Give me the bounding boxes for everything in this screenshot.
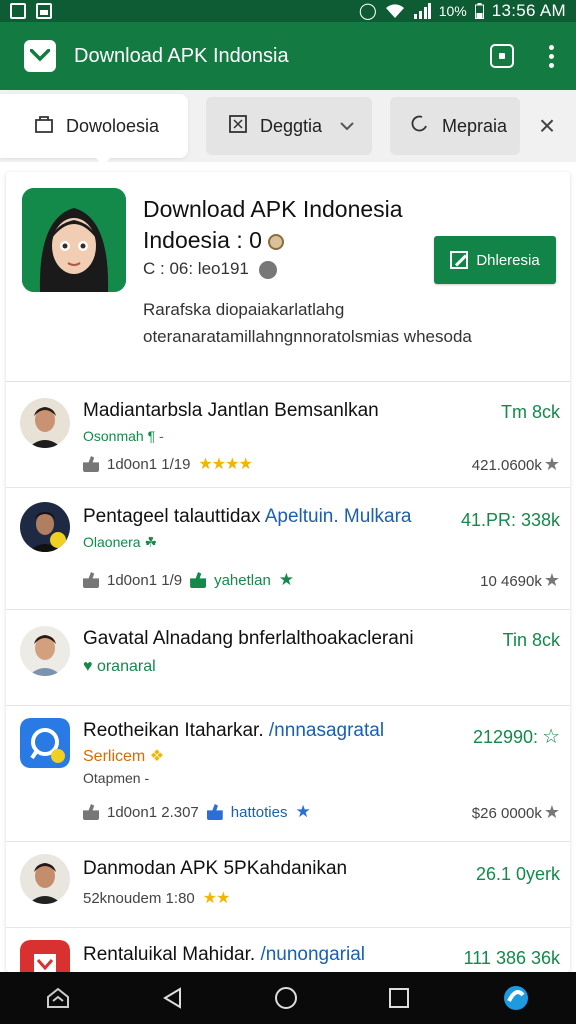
app-logo-icon — [24, 40, 56, 72]
leaf-icon: ☘ — [144, 534, 158, 550]
star-icon[interactable]: ★ — [544, 454, 560, 474]
item-meta: 1d0on1 1/19 ★★★★ — [83, 454, 253, 474]
wifi-icon — [385, 4, 404, 18]
like-icon — [206, 804, 223, 820]
item-title: Reotheikan Itaharkar. /nnnasagratal — [83, 720, 385, 741]
item-downloads: 421.0600k ★ — [471, 454, 560, 474]
item-publisher: Otapmen - — [83, 770, 150, 786]
item-subtitle: Olaonera ☘ — [83, 534, 158, 550]
avatar — [20, 854, 70, 904]
rating-stars-icon: ★★★★ — [198, 456, 252, 473]
heart-icon: ♥ — [83, 658, 93, 675]
edit-icon — [450, 251, 469, 269]
home-app-icon[interactable] — [45, 987, 71, 1009]
star-icon[interactable]: ★ — [544, 570, 560, 590]
vibrate-icon: ◯ — [358, 3, 377, 20]
item-title: Pentageel talauttidax Apeltuin. Mulkara — [83, 506, 412, 527]
item-subtitle: Serlicem ❖ — [83, 748, 165, 765]
item-size: 212990: ☆ — [472, 726, 560, 748]
app-title: Download APK Indonsia — [74, 44, 289, 67]
comment-icon — [258, 260, 277, 279]
home-icon[interactable] — [274, 986, 298, 1010]
list-item[interactable]: Pentageel talauttidax Apeltuin. Mulkara … — [6, 488, 570, 610]
app-bar: Download APK Indonsia — [0, 22, 576, 90]
app-icon — [20, 940, 70, 972]
avatar — [20, 626, 70, 676]
item-size: 41.PR: 338k — [460, 510, 560, 530]
box-icon — [228, 114, 248, 139]
avatar — [20, 398, 70, 448]
item-meta: 1d0on1 2.307 hattoties ★ — [83, 802, 311, 822]
badge-icon: ❖ — [149, 748, 165, 765]
item-title: Danmodan APK 5PKahdanikan — [83, 858, 348, 879]
tab-label: Deggtia — [260, 115, 323, 136]
item-title: Rentaluikal Mahidar. /nunongarial — [83, 944, 366, 965]
star-icon: ★ — [295, 802, 311, 821]
battery-text: 10% — [438, 3, 467, 19]
item-title: Gavatal Alnadang bnferlalthoakaclerani — [83, 628, 414, 649]
image-notification-icon — [36, 3, 52, 19]
avatar — [20, 502, 70, 552]
recents-icon[interactable] — [388, 987, 410, 1009]
thumbs-up-icon — [83, 456, 99, 472]
bag-icon — [34, 114, 54, 139]
status-bar: ◯ 10% 13:56 AM — [0, 0, 576, 22]
item-downloads: 10 4690k ★ — [480, 570, 560, 590]
back-icon[interactable] — [162, 987, 184, 1009]
featured-app-subtitle: Indoesia : 0 — [143, 227, 284, 254]
item-title: Madiantarbsla Jantlan Bemsanlkan — [83, 400, 379, 421]
featured-app-title: Download APK Indonesia — [143, 196, 403, 222]
list-item[interactable]: Danmodan APK 5PKahdanikan 52knoudem 1:80… — [6, 842, 570, 928]
like-icon — [190, 572, 207, 588]
battery-icon — [474, 3, 484, 19]
star-icon[interactable]: ★ — [544, 802, 560, 822]
featured-install-button[interactable]: Dhleresia — [434, 236, 556, 284]
featured-app-meta: C : 06: leo191 — [143, 259, 277, 279]
item-subtitle: ♥ oranaral — [83, 658, 156, 675]
item-size: Tin 8ck — [502, 630, 560, 650]
list-item[interactable]: Reotheikan Itaharkar. /nnnasagratal Serl… — [6, 706, 570, 842]
list-item[interactable]: Gavatal Alnadang bnferlalthoakaclerani ♥… — [6, 610, 570, 706]
item-size: 111 386 36k — [463, 948, 560, 968]
tab-strip: Dowoloesia Deggtia Mepraia × — [0, 90, 576, 166]
chevron-down-icon[interactable] — [340, 116, 354, 137]
system-nav-bar — [0, 972, 576, 1024]
star-icon: ★ — [278, 570, 295, 589]
list-item[interactable]: Madiantarbsla Jantlan Bemsanlkan Osonmah… — [6, 382, 570, 488]
item-subtitle: Osonmah ¶ - — [83, 428, 164, 444]
featured-app[interactable]: Download APK Indonesia Indoesia : 0 C : … — [6, 172, 570, 382]
item-meta: 52knoudem 1:80 ★★ — [83, 889, 231, 908]
featured-app-icon — [22, 188, 126, 292]
tab-label: Dowoloesia — [66, 115, 160, 136]
star-outline-icon[interactable]: ☆ — [542, 726, 560, 748]
item-size: Tm 8ck — [500, 402, 560, 422]
tabs-switcher-icon[interactable] — [490, 44, 514, 68]
app-icon — [20, 718, 70, 768]
tab-media[interactable]: Mepraia — [390, 97, 520, 155]
tab-label: Mepraia — [442, 115, 508, 136]
content-card: Download APK Indonesia Indoesia : 0 C : … — [6, 172, 570, 972]
thumbs-up-icon — [83, 804, 99, 820]
thumbs-up-icon — [83, 572, 99, 588]
tab-category[interactable]: Deggtia — [206, 97, 372, 155]
item-meta: 1d0on1 1/9 yahetlan ★ — [83, 570, 294, 590]
item-downloads: $26 0000k ★ — [471, 802, 560, 822]
emoji-icon — [267, 233, 284, 250]
list-item[interactable]: Rentaluikal Mahidar. /nunongarial 111 38… — [6, 928, 570, 972]
rating-stars-icon: ★★ — [202, 890, 231, 907]
refresh-icon — [410, 114, 430, 139]
assistant-icon[interactable] — [501, 983, 531, 1013]
more-options-icon[interactable] — [546, 44, 556, 68]
item-size: 26.1 0yerk — [475, 864, 560, 884]
close-icon[interactable]: × — [532, 110, 562, 142]
notification-icon — [10, 3, 26, 19]
featured-app-description: Rarafska diopaiakarlatlahg oteranaratami… — [143, 300, 472, 346]
tab-downloads[interactable]: Dowoloesia — [0, 94, 188, 166]
signal-icon — [413, 3, 431, 19]
clock: 13:56 AM — [491, 1, 566, 20]
